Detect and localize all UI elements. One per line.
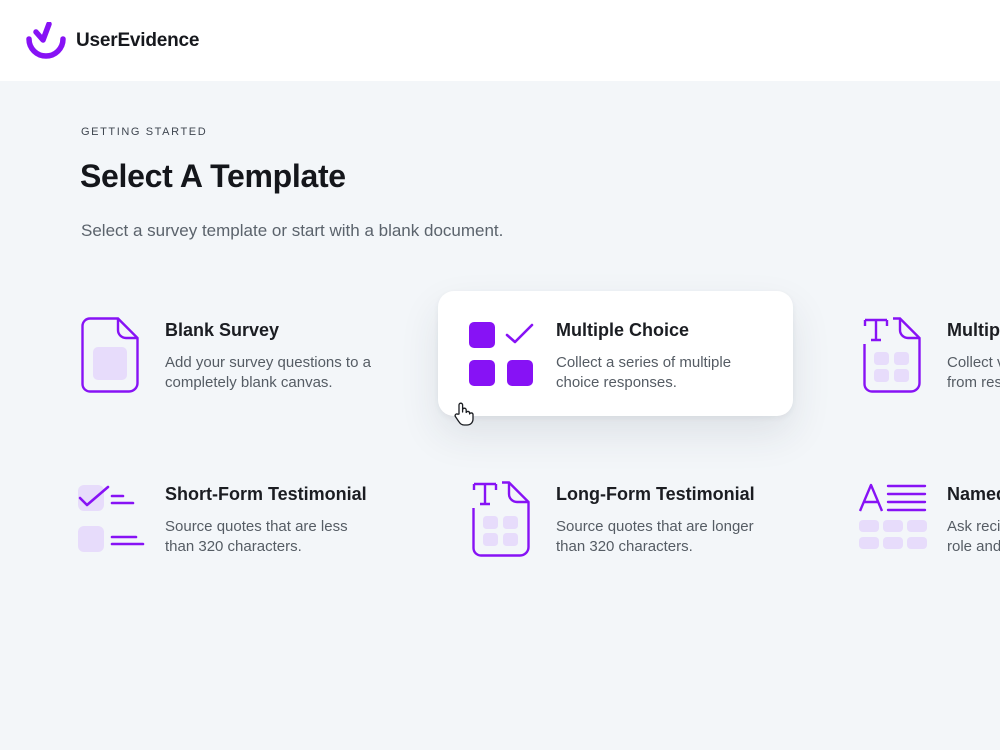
logo-icon[interactable] [26,22,66,60]
page-title: Select A Template [80,158,346,194]
top-bar: UserEvidence [0,0,1000,81]
template-description: Source quotes that are less than 320 cha… [165,518,348,555]
template-title: Blank Survey [165,320,280,340]
template-card-short-form-testimonial[interactable]: Short-Form Testimonial Source quotes tha… [60,455,415,580]
template-description: Ask reci role and [947,518,1000,555]
text-document-icon [472,481,530,557]
template-description: Add your survey questions to a completel… [165,354,371,391]
template-title: Short-Form Testimonial [165,484,367,504]
template-card-long-form-testimonial[interactable]: Long-Form Testimonial Source quotes that… [451,455,806,580]
template-card-blank-survey[interactable]: Blank Survey Add your survey questions t… [60,291,415,416]
template-description: Source quotes that are longer than 320 c… [556,518,754,555]
text-document-icon [863,317,921,393]
multiple-choice-grid-icon [469,322,534,386]
brand-name[interactable]: UserEvidence [76,30,199,52]
template-card-multiple-text[interactable]: Multip Collect v from res [842,291,1000,416]
template-card-multiple-choice[interactable]: Multiple Choice Collect a series of mult… [438,291,793,416]
template-title: Long-Form Testimonial [556,484,755,504]
page-subtitle: Select a survey template or start with a… [81,221,504,240]
template-title: Multiple Choice [556,320,690,340]
short-form-checklist-icon [78,485,145,552]
blank-document-icon [81,317,139,393]
section-eyebrow: GETTING STARTED [81,126,208,138]
template-description: Collect a series of multiple choice resp… [556,354,732,391]
template-card-named[interactable]: Named Ask reci role and [842,455,1000,580]
hand-cursor-icon [454,402,474,426]
template-description: Collect v from res [947,354,1000,391]
template-title: Named [947,484,1000,504]
named-form-icon [858,483,927,549]
template-title: Multip [947,320,1000,340]
